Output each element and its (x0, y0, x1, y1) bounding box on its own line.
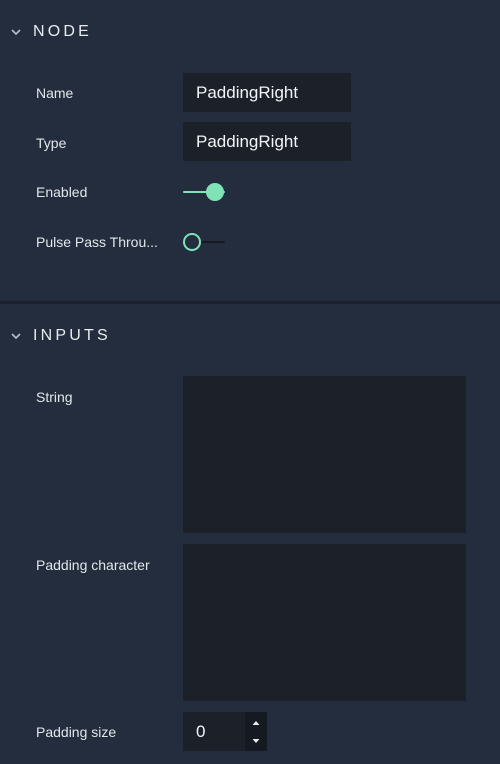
pulse-pass-through-toggle[interactable] (183, 232, 227, 252)
caret-up-icon (252, 720, 260, 725)
chevron-down-icon[interactable] (9, 25, 23, 39)
section-title-node: NODE (33, 23, 93, 40)
enabled-label: Enabled (36, 184, 88, 200)
padding-size-label: Padding size (36, 724, 117, 740)
string-textarea[interactable] (183, 376, 466, 533)
stepper-buttons (245, 712, 267, 751)
enabled-toggle[interactable] (183, 182, 227, 202)
section-title-inputs: INPUTS (33, 327, 111, 344)
node-section-header[interactable]: NODE (0, 12, 500, 52)
toggle-knob (206, 183, 224, 201)
toggle-knob (183, 233, 201, 251)
chevron-down-icon[interactable] (9, 329, 23, 343)
inputs-section-header[interactable]: INPUTS (0, 316, 500, 356)
type-label: Type (36, 135, 67, 151)
string-label: String (36, 389, 73, 405)
section-divider (0, 301, 500, 304)
inspector-panel: NODE Name Type Enabled Pulse Pass Throu.… (0, 0, 500, 764)
stepper-up-button[interactable] (245, 713, 267, 732)
pulse-pass-through-label: Pulse Pass Throu... (36, 234, 158, 250)
padding-character-textarea[interactable] (183, 544, 466, 701)
stepper-down-button[interactable] (245, 731, 267, 750)
padding-character-label: Padding character (36, 557, 150, 573)
caret-down-icon (252, 738, 260, 743)
padding-size-value[interactable]: 0 (196, 722, 205, 742)
padding-size-stepper[interactable]: 0 (183, 712, 267, 751)
name-label: Name (36, 85, 74, 101)
type-field[interactable] (183, 122, 351, 161)
name-field[interactable] (183, 73, 351, 112)
